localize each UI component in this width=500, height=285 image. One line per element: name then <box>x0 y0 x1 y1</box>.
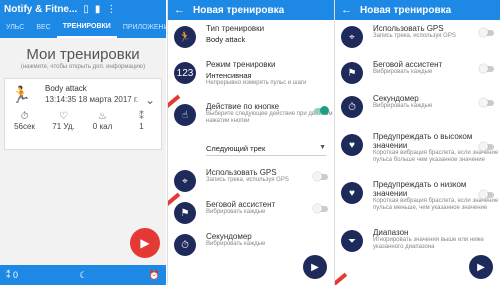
start-workout-button[interactable]: ▶ <box>130 228 160 258</box>
workout-mode-row[interactable]: 123 Режим тренировки Интенсивная Непреры… <box>168 56 334 98</box>
filter-icon: ⏷ <box>341 230 363 252</box>
low-alert-toggle[interactable] <box>479 190 494 199</box>
stat-duration: ⏱ 56сек <box>5 111 44 131</box>
range-row[interactable]: ⏷ Диапазон Игнорировать значения выше ил… <box>335 224 500 260</box>
row-title: Диапазон <box>373 228 409 237</box>
tab-apps[interactable]: ПРИЛОЖЕНИЯ <box>117 18 166 38</box>
new-workout-screen: ← Новая тренировка 🏃 Тип тренировки Body… <box>167 0 334 285</box>
use-gps-row[interactable]: ⌖ Использовать GPS Запись трека, использ… <box>168 164 334 196</box>
high-value-alert-row[interactable]: ♥ Предупреждать о высоком значении Корот… <box>335 128 500 176</box>
stopwatch-icon: ⏱ <box>341 96 363 118</box>
stopwatch-toggle[interactable] <box>479 98 494 107</box>
app-bar: Notify & Fitne... ▯ ▮ ⋮ <box>0 0 166 18</box>
timer-icon: ⏱ <box>20 111 29 122</box>
stat-steps-value: 1 <box>139 122 144 131</box>
row-subtitle: Непрерывно измерять пульс и шаги <box>206 80 307 86</box>
back-arrow-icon[interactable]: ← <box>174 4 185 16</box>
use-gps-row[interactable]: ⌖ Использовать GPS Запись трека, использ… <box>335 20 500 56</box>
app-bar: ← Новая тренировка <box>335 0 500 20</box>
pro-badge <box>335 272 348 285</box>
flag-icon: ⚑ <box>341 62 363 84</box>
screen-title: Новая тренировка <box>360 4 452 16</box>
running-assistant-toggle[interactable] <box>313 204 328 213</box>
row-value: Body attack <box>206 35 246 44</box>
location-pin-icon: ⌖ <box>174 170 196 192</box>
tab-pulse[interactable]: УЛЬС <box>0 18 30 38</box>
more-icon[interactable]: ⋮ <box>106 4 116 15</box>
start-button[interactable]: ▶ <box>469 255 493 279</box>
app-title: Notify & Fitne... <box>4 3 78 15</box>
stat-calories-value: 0 кал <box>92 122 113 131</box>
select-value: Следующий трек <box>206 144 266 153</box>
play-icon: ▶ <box>311 261 319 273</box>
running-man-icon: 🏃 <box>174 26 196 48</box>
workout-stats: ⏱ 56сек ♡ 71 Уд. ♨ 0 кал ⁑ 1 <box>5 111 161 131</box>
page-title: Мои тренировки <box>26 46 140 63</box>
stopwatch-icon: ⏱ <box>174 234 196 256</box>
steps-counter[interactable]: ⁑ 0 <box>6 270 18 281</box>
dropdown-arrow-icon: ▼ <box>319 144 326 151</box>
battery-icon: ▮ <box>94 3 101 15</box>
page-hint: (нажмите, чтобы открыть доп. информацию) <box>20 64 146 70</box>
gps-toggle[interactable] <box>313 172 328 181</box>
row-value: Интенсивная <box>206 71 252 80</box>
low-value-alert-row[interactable]: ♥ Предупреждать о низком значении Коротк… <box>335 176 500 224</box>
row-subtitle: Игнорировать значения выше или ниже указ… <box>373 237 484 250</box>
button-action-toggle[interactable] <box>314 106 329 115</box>
row-title: Режим тренировки <box>206 60 276 69</box>
workout-card[interactable]: 🏃 Body attack 13:14:35 18 марта 2017 г. … <box>4 78 162 150</box>
bottom-bar: ⁑ 0 ☾ ⏰ <box>0 265 166 285</box>
flame-icon: ♨ <box>98 111 107 122</box>
numbers-icon: 123 <box>174 62 196 84</box>
stat-steps: ⁑ 1 <box>122 111 161 131</box>
stat-pulse-value: 71 Уд. <box>52 122 75 131</box>
row-title: Тип тренировки <box>206 24 265 33</box>
footsteps-icon: ⁑ <box>6 269 11 280</box>
heart-up-icon: ♥ <box>341 134 363 156</box>
sleep-icon[interactable]: ☾ <box>79 270 87 281</box>
running-assistant-toggle[interactable] <box>479 64 494 73</box>
screen-title: Новая тренировка <box>193 4 285 16</box>
running-assistant-row[interactable]: ⚑ Беговой ассистент Вибрировать каждые <box>168 192 334 228</box>
workout-type-row[interactable]: 🏃 Тип тренировки Body attack <box>168 20 334 56</box>
heart-icon: ♡ <box>59 111 68 122</box>
tab-bar: УЛЬС ВЕС ТРЕНИРОВКИ ПРИЛОЖЕНИЯ <box>0 18 166 38</box>
alarm-icon[interactable]: ⏰ <box>149 270 160 281</box>
flag-icon: ⚑ <box>174 202 196 224</box>
play-icon: ▶ <box>140 236 150 250</box>
stopwatch-row[interactable]: ⏱ Секундомер Вибрировать каждые <box>335 90 500 128</box>
steps-value: 0 <box>13 269 19 280</box>
band-icon[interactable]: ▯ <box>83 4 89 15</box>
workout-datetime: 13:14:35 18 марта 2017 г. <box>45 95 139 104</box>
workouts-screen: Notify & Fitne... ▯ ▮ ⋮ УЛЬС ВЕС ТРЕНИРО… <box>0 0 166 285</box>
app-bar: ← Новая тренировка <box>168 0 334 20</box>
row-title: Секундомер <box>206 232 252 241</box>
stat-pulse: ♡ 71 Уд. <box>44 111 83 131</box>
workout-name: Body attack <box>45 84 87 93</box>
new-workout-screen-scrolled: ← Новая тренировка ⌖ Использовать GPS За… <box>334 0 500 285</box>
start-button[interactable]: ▶ <box>303 255 327 279</box>
chevron-down-icon[interactable]: ⌄ <box>145 93 155 107</box>
play-icon: ▶ <box>477 261 485 273</box>
location-pin-icon: ⌖ <box>341 26 363 48</box>
touch-icon: ☝ <box>174 104 196 126</box>
next-track-select[interactable]: Следующий трек ▼ <box>206 144 326 156</box>
heart-down-icon: ♥ <box>341 182 363 204</box>
high-alert-toggle[interactable] <box>479 142 494 151</box>
row-subtitle: Вибрировать каждые <box>206 241 266 247</box>
tab-workouts[interactable]: ТРЕНИРОВКИ <box>56 18 117 38</box>
gps-toggle[interactable] <box>479 28 494 37</box>
stat-calories: ♨ 0 кал <box>83 111 122 131</box>
row-subtitle: Короткая вибрация браслета, если значени… <box>373 150 499 163</box>
back-arrow-icon[interactable]: ← <box>341 4 352 16</box>
row-subtitle: Короткая вибрация браслета, если значени… <box>373 198 499 211</box>
button-action-row[interactable]: ☝ Действие по кнопке Выберите следующее … <box>168 94 334 142</box>
tab-weight[interactable]: ВЕС <box>30 18 56 38</box>
footsteps-icon: ⁑ <box>139 111 144 122</box>
stat-duration-value: 56сек <box>14 122 35 131</box>
running-man-icon: 🏃 <box>11 87 31 104</box>
running-assistant-row[interactable]: ⚑ Беговой ассистент Вибрировать каждые <box>335 56 500 90</box>
